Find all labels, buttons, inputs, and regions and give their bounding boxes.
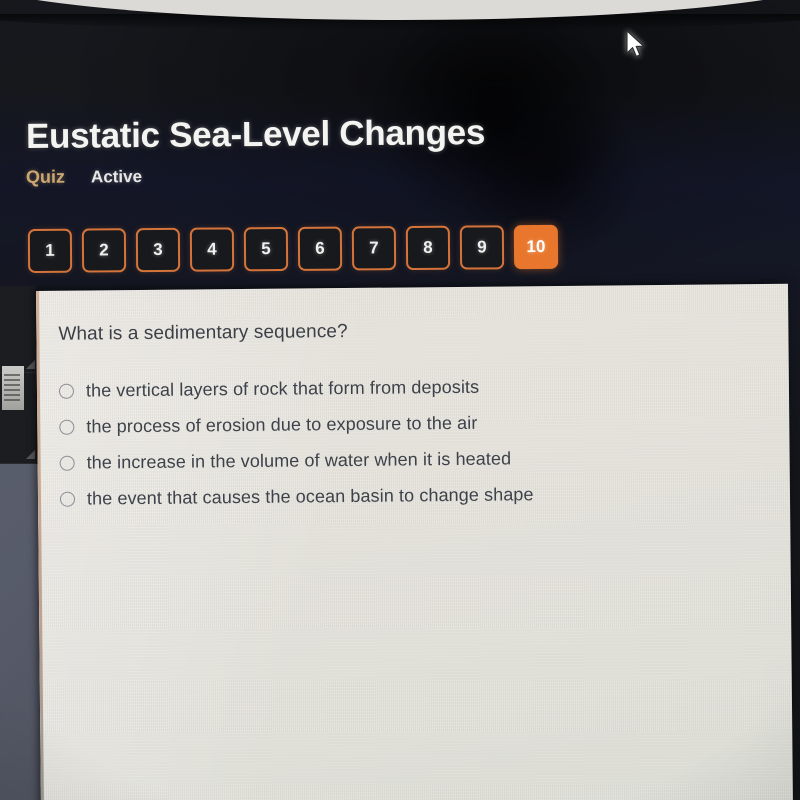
answer-options-list: the vertical layers of rock that form fr… xyxy=(58,368,534,517)
pager-button-9[interactable]: 9 xyxy=(459,225,505,270)
radio-button-icon[interactable] xyxy=(59,491,76,507)
radio-button-icon[interactable] xyxy=(59,455,75,471)
pager-button-10[interactable]: 10 xyxy=(513,224,559,270)
pager-button-8[interactable]: 8 xyxy=(405,225,451,271)
answer-option[interactable]: the vertical layers of rock that form fr… xyxy=(58,368,533,409)
radio-button-icon[interactable] xyxy=(58,383,75,399)
header: Eustatic Sea-Level Changes Quiz Active xyxy=(26,113,485,188)
question-card: What is a sedimentary sequence? the vert… xyxy=(36,283,793,800)
radio-button-icon[interactable] xyxy=(59,419,75,435)
answer-option-label: the vertical layers of rock that form fr… xyxy=(85,376,480,401)
question-pager: 1 2 3 4 5 6 7 8 9 10 xyxy=(27,224,559,273)
pager-button-3[interactable]: 3 xyxy=(135,227,181,273)
answer-option[interactable]: the increase in the volume of water when… xyxy=(59,440,533,481)
header-meta-row: Quiz Active xyxy=(26,162,485,187)
answer-option-label: the event that causes the ocean basin to… xyxy=(86,483,534,509)
status-badge: Active xyxy=(90,166,143,186)
answer-option-label: the increase in the volume of water when… xyxy=(86,447,512,473)
left-desktop-strip xyxy=(0,286,66,800)
answer-option[interactable]: the event that causes the ocean basin to… xyxy=(59,476,534,517)
answer-option-label: the process of erosion due to exposure t… xyxy=(86,412,478,437)
question-prompt: What is a sedimentary sequence? xyxy=(58,321,348,345)
pager-button-2[interactable]: 2 xyxy=(81,228,127,273)
left-thumbnail-lines-icon xyxy=(4,374,20,402)
answer-option[interactable]: the process of erosion due to exposure t… xyxy=(59,404,533,445)
pager-button-4[interactable]: 4 xyxy=(189,227,235,272)
screen-photo: Eustatic Sea-Level Changes Quiz Active 1… xyxy=(0,0,800,800)
quiz-kind-label: Quiz xyxy=(25,166,66,187)
pager-button-7[interactable]: 7 xyxy=(351,226,397,271)
page-title: Eustatic Sea-Level Changes xyxy=(25,112,486,156)
pager-button-1[interactable]: 1 xyxy=(27,228,73,273)
left-resize-handle-icon xyxy=(26,360,35,369)
pager-button-6[interactable]: 6 xyxy=(297,226,343,271)
pager-button-5[interactable]: 5 xyxy=(243,226,289,272)
left-resize-handle-icon-secondary xyxy=(26,450,35,459)
